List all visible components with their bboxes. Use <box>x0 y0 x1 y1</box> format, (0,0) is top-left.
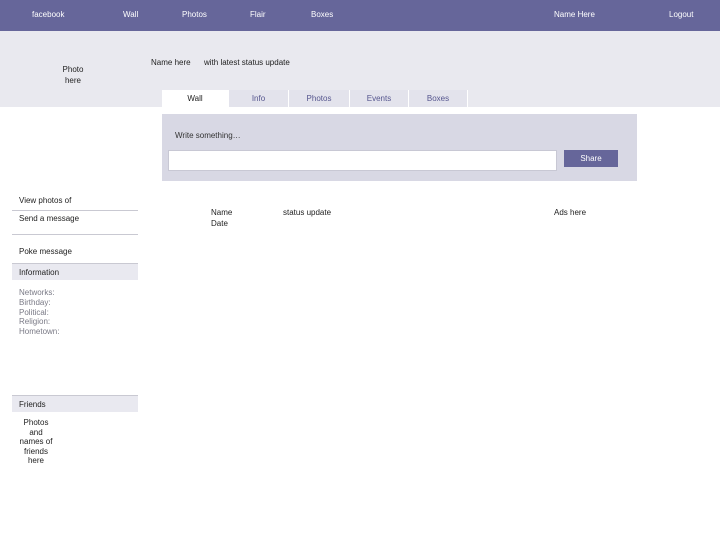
info-political: Political: <box>19 308 49 317</box>
friends-placeholder-line: friends <box>23 446 48 456</box>
friends-placeholder: Photos and names of friends here <box>18 418 54 466</box>
friends-placeholder-line: names of <box>19 437 53 447</box>
status-composer: Write something… Share <box>162 114 637 181</box>
facebook-logo[interactable]: facebook <box>32 10 64 19</box>
share-button[interactable]: Share <box>564 150 618 167</box>
view-photos-link[interactable]: View photos of <box>19 196 71 205</box>
info-hometown: Hometown: <box>19 327 60 336</box>
nav-photos-link[interactable]: Photos <box>182 10 207 19</box>
tab-events[interactable]: Events <box>350 90 409 107</box>
post-date: Date <box>211 219 228 228</box>
nav-flair-link[interactable]: Flair <box>250 10 266 19</box>
post-author-name[interactable]: Name <box>211 208 232 217</box>
send-message-link[interactable]: Send a message <box>19 214 79 223</box>
information-section-header: Information <box>12 263 138 280</box>
photo-placeholder-line1: Photo <box>62 65 84 74</box>
profile-name: Name here <box>151 58 191 67</box>
ads-placeholder: Ads here <box>554 208 587 217</box>
wall-post: Name Date <box>211 208 232 228</box>
divider <box>12 210 138 211</box>
profile-photo-placeholder[interactable]: Photo here <box>61 65 85 85</box>
info-religion: Religion: <box>19 317 51 326</box>
friends-placeholder-line: and <box>29 427 43 437</box>
tab-wall[interactable]: Wall <box>162 90 229 107</box>
user-name-link[interactable]: Name Here <box>554 10 595 19</box>
post-status-text: status update <box>283 208 332 217</box>
info-birthday: Birthday: <box>19 298 51 307</box>
tab-boxes[interactable]: Boxes <box>409 90 468 107</box>
info-networks: Networks: <box>19 288 55 297</box>
write-something-prompt: Write something… <box>175 131 241 140</box>
friends-placeholder-line: Photos <box>23 418 49 427</box>
tab-photos[interactable]: Photos <box>289 90 350 107</box>
logout-link[interactable]: Logout <box>669 10 693 19</box>
divider <box>12 234 138 235</box>
top-navigation-bar: facebook Wall Photos Flair Boxes Name He… <box>0 0 720 31</box>
poke-message-link[interactable]: Poke message <box>19 247 72 256</box>
nav-boxes-link[interactable]: Boxes <box>311 10 333 19</box>
friends-placeholder-line: here <box>27 456 44 466</box>
latest-status-update: with latest status update <box>204 58 290 67</box>
photo-placeholder-line2: here <box>64 76 81 85</box>
tab-info[interactable]: Info <box>229 90 289 107</box>
profile-tabs: Wall Info Photos Events Boxes <box>162 90 468 107</box>
nav-wall-link[interactable]: Wall <box>123 10 138 19</box>
status-input[interactable] <box>168 150 557 171</box>
friends-section-header: Friends <box>12 395 138 412</box>
